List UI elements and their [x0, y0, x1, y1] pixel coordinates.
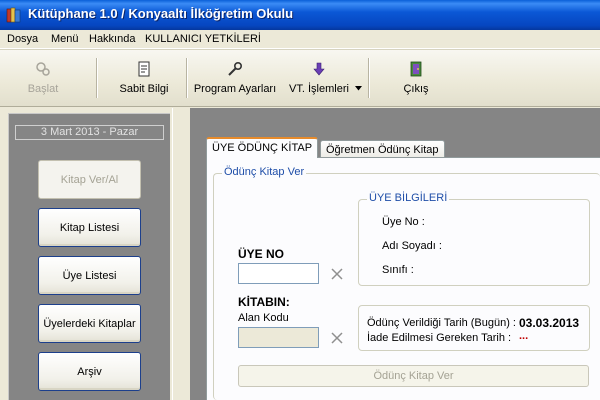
sabit-bilgi-button[interactable]: Sabit Bilgi: [110, 54, 178, 102]
odunc-kitap-ver-button[interactable]: Ödünç Kitap Ver: [238, 365, 589, 387]
arrow-down-icon: [313, 62, 325, 76]
cikis-button[interactable]: Çıkış: [393, 54, 439, 102]
books-icon: [6, 7, 21, 23]
exit-door-icon: [410, 61, 422, 77]
vt-islemleri-label: VT. İşlemleri: [289, 83, 349, 95]
uye-bilgileri-title: ÜYE BİLGİLERİ: [367, 192, 450, 204]
baslat-button[interactable]: Başlat: [12, 54, 74, 102]
adi-soyadi-label: Adı Soyadı :: [382, 240, 442, 252]
kitap-ver-al-button[interactable]: Kitap Ver/Al: [38, 160, 141, 199]
cikis-label: Çıkış: [403, 83, 429, 95]
tab-uye-odunc-kitap[interactable]: ÜYE ÖDÜNÇ KİTAP: [206, 137, 319, 158]
sidebar: 3 Mart 2013 - Pazar Kitap Ver/Al Kitap L…: [0, 108, 172, 400]
iade-tarih-value: ...: [519, 330, 529, 342]
uye-listesi-button[interactable]: Üye Listesi: [38, 256, 141, 295]
window-title: Kütüphane 1.0 / Konyaaltı İlköğretim Oku…: [28, 6, 294, 21]
clear-icon[interactable]: [330, 267, 344, 281]
iade-tarih-label: İade Edilmesi Gereken Tarih :: [367, 332, 512, 344]
odunc-kitap-ver-title: Ödünç Kitap Ver: [222, 166, 307, 178]
title-bar: Kütüphane 1.0 / Konyaaltı İlköğretim Oku…: [0, 0, 600, 30]
splitter[interactable]: [172, 108, 190, 400]
sinifi-label: Sınıfı :: [382, 264, 414, 276]
program-ayarlari-button[interactable]: Program Ayarları: [193, 54, 277, 102]
toolbar: Başlat Sabit Bilgi Program Ayarları VT. …: [0, 49, 600, 107]
menu-hakkinda[interactable]: Hakkında: [89, 33, 135, 45]
chevron-down-icon[interactable]: [355, 86, 362, 91]
uye-no-label: ÜYE NO: [238, 247, 285, 261]
uye-no-input[interactable]: [238, 263, 319, 284]
menu-menu[interactable]: Menü: [51, 33, 79, 45]
clear-icon[interactable]: [330, 331, 344, 345]
sidebar-panel: 3 Mart 2013 - Pazar Kitap Ver/Al Kitap L…: [8, 113, 170, 400]
arsiv-button[interactable]: Arşiv: [38, 352, 141, 391]
kitap-listesi-button[interactable]: Kitap Listesi: [38, 208, 141, 247]
baslat-label: Başlat: [27, 83, 59, 95]
menu-kullanici-yetkileri[interactable]: KULLANICI YETKİLERİ: [145, 33, 261, 45]
kitabin-label: KİTABIN:: [238, 295, 290, 309]
vt-islemleri-button[interactable]: VT. İşlemleri: [287, 54, 351, 102]
toolbar-separator: [368, 58, 370, 98]
menu-dosya[interactable]: Dosya: [7, 33, 38, 45]
verildigi-tarih-label: Ödünç Verildiği Tarih (Bugün) :: [367, 317, 516, 329]
current-date: 3 Mart 2013 - Pazar: [15, 125, 164, 140]
toolbar-separator: [186, 58, 188, 98]
tab-ogretmen-odunc-kitap[interactable]: Öğretmen Ödünç Kitap: [320, 140, 445, 158]
program-ayarlari-label: Program Ayarları: [193, 83, 277, 95]
start-icon: [36, 62, 50, 76]
alan-kodu-input[interactable]: [238, 327, 319, 348]
uyelerdeki-kitaplar-button[interactable]: Üyelerdeki Kitaplar: [38, 304, 141, 343]
uye-no-info-label: Üye No :: [382, 216, 425, 228]
document-icon: [138, 61, 150, 77]
menu-bar: Dosya Menü Hakkında KULLANICI YETKİLERİ: [0, 30, 600, 49]
verildigi-tarih-value: 03.03.2013: [519, 316, 580, 330]
toolbar-separator: [96, 58, 98, 98]
settings-icon: [228, 61, 243, 76]
sabit-bilgi-label: Sabit Bilgi: [119, 83, 169, 95]
alan-kodu-label: Alan Kodu: [238, 312, 289, 324]
